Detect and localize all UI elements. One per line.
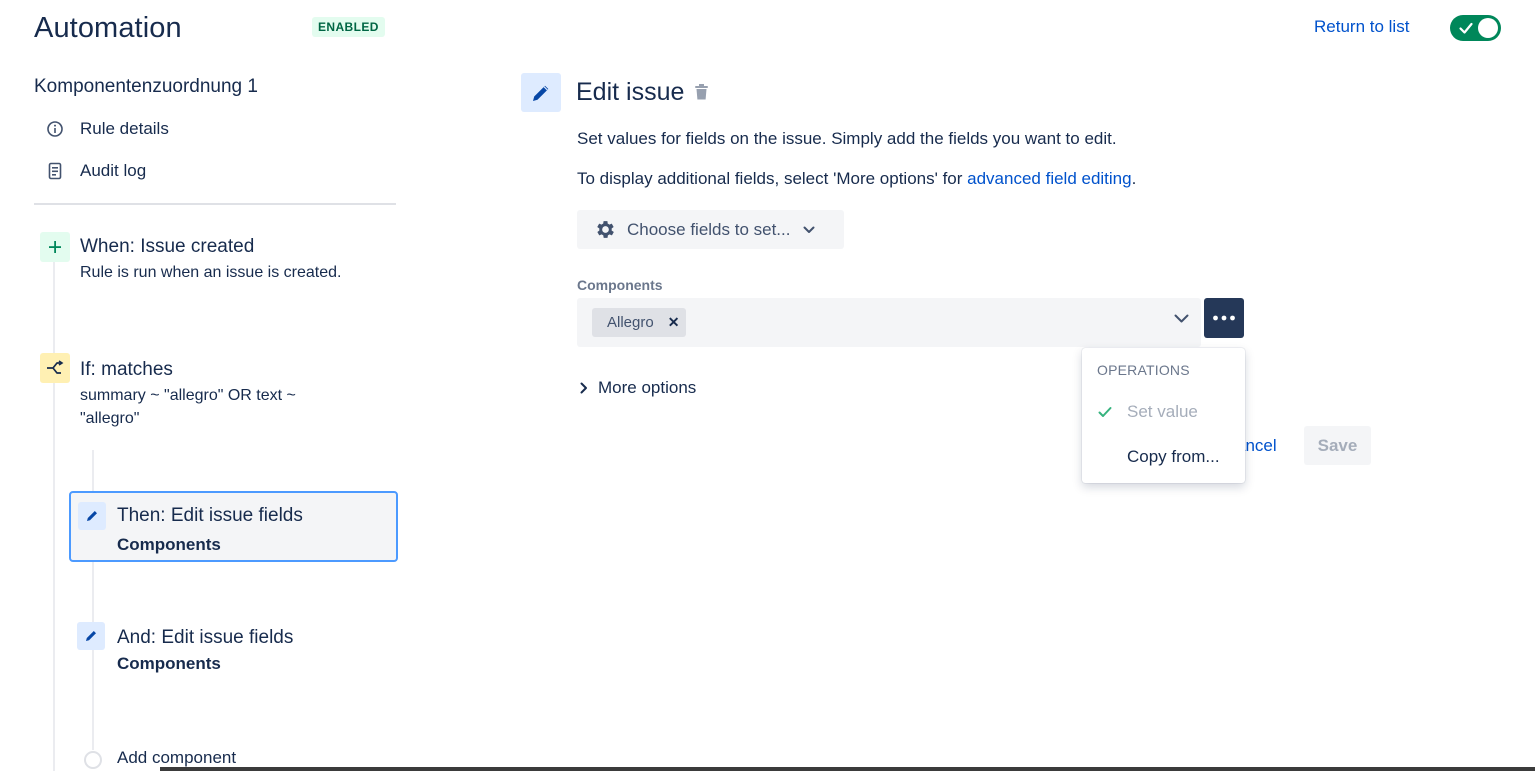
sidebar-item-label: Rule details — [80, 119, 169, 138]
toggle-knob — [1478, 18, 1498, 38]
sidebar-divider — [34, 203, 396, 205]
timeline-line — [53, 260, 55, 771]
sidebar-item-audit-log[interactable]: Audit log — [44, 157, 146, 185]
choose-fields-label: Choose fields to set... — [627, 219, 791, 239]
pencil-icon — [77, 622, 105, 650]
rule-enabled-toggle[interactable] — [1450, 15, 1501, 41]
menu-item-set-value[interactable]: Set value — [1082, 394, 1245, 430]
menu-item-label: Set value — [1127, 402, 1198, 421]
action-title: And: Edit issue fields — [117, 627, 294, 648]
more-horizontal-icon — [1212, 315, 1236, 321]
editor-title: Edit issue — [576, 78, 685, 106]
trash-icon[interactable] — [693, 83, 710, 106]
sidebar-item-rule-details[interactable]: Rule details — [44, 115, 169, 143]
operations-menu: OPERATIONS Set value Copy from... — [1082, 348, 1245, 483]
gear-icon — [594, 218, 617, 241]
add-component-circle-icon — [84, 751, 102, 769]
checkmark-icon — [1082, 406, 1127, 418]
bottom-scrollbar[interactable] — [160, 767, 1535, 771]
checkmark-icon — [1458, 20, 1474, 36]
action-step-selected[interactable]: Then: Edit issue fields Components — [69, 491, 398, 562]
action-title: Then: Edit issue fields — [117, 505, 303, 526]
editor-description: Set values for fields on the issue. Simp… — [577, 129, 1117, 148]
editor-additional-hint: To display additional fields, select 'Mo… — [577, 169, 1136, 189]
components-select[interactable]: Allegro ✕ — [577, 298, 1201, 347]
more-options-label: More options — [598, 378, 697, 397]
component-tag: Allegro ✕ — [592, 308, 687, 337]
trigger-description: Rule is run when an issue is created. — [80, 264, 342, 281]
choose-fields-button[interactable]: Choose fields to set... — [577, 210, 844, 249]
hint-suffix: . — [1131, 169, 1137, 188]
trigger-step[interactable]: When: Issue created Rule is run when an … — [80, 236, 341, 284]
more-options-toggle[interactable]: More options — [580, 378, 696, 398]
pencil-icon — [521, 73, 561, 112]
operations-menu-heading: OPERATIONS — [1097, 362, 1190, 378]
condition-step[interactable]: If: matches summary ~ "allegro" OR text … — [80, 359, 296, 430]
menu-item-copy-from[interactable]: Copy from... — [1082, 439, 1245, 475]
remove-tag-icon[interactable]: ✕ — [668, 314, 680, 331]
info-icon — [44, 118, 66, 140]
chevron-right-icon — [580, 382, 588, 394]
add-component-link[interactable]: Add component — [117, 748, 236, 768]
rule-name: Komponentenzuordnung 1 — [34, 76, 258, 97]
menu-item-label: Copy from... — [1127, 447, 1220, 466]
document-icon — [44, 160, 66, 182]
status-badge: ENABLED — [312, 17, 385, 37]
chevron-down-icon[interactable] — [1174, 314, 1189, 323]
return-to-list-link[interactable]: Return to list — [1314, 17, 1409, 37]
hint-text: To display additional fields, select 'Mo… — [577, 169, 968, 188]
advanced-field-editing-link[interactable]: advanced field editing — [967, 169, 1131, 188]
components-field-label: Components — [577, 277, 663, 293]
save-button[interactable]: Save — [1304, 426, 1371, 465]
sidebar-item-label: Audit log — [80, 161, 147, 180]
action-step[interactable]: And: Edit issue fields Components — [117, 627, 293, 674]
condition-description: summary ~ "allegro" OR text ~ — [80, 387, 296, 404]
branch-icon — [40, 353, 70, 383]
pencil-icon — [78, 502, 106, 530]
action-subtitle: Components — [117, 535, 221, 554]
page-title: Automation — [34, 12, 182, 44]
chevron-down-icon — [803, 226, 815, 234]
field-operations-button[interactable] — [1204, 298, 1244, 338]
condition-description: "allegro" — [80, 410, 140, 427]
action-subtitle: Components — [117, 654, 221, 673]
component-tag-label: Allegro — [607, 314, 654, 331]
trigger-title: When: Issue created — [80, 236, 255, 257]
condition-title: If: matches — [80, 359, 173, 380]
plus-icon — [40, 232, 70, 262]
